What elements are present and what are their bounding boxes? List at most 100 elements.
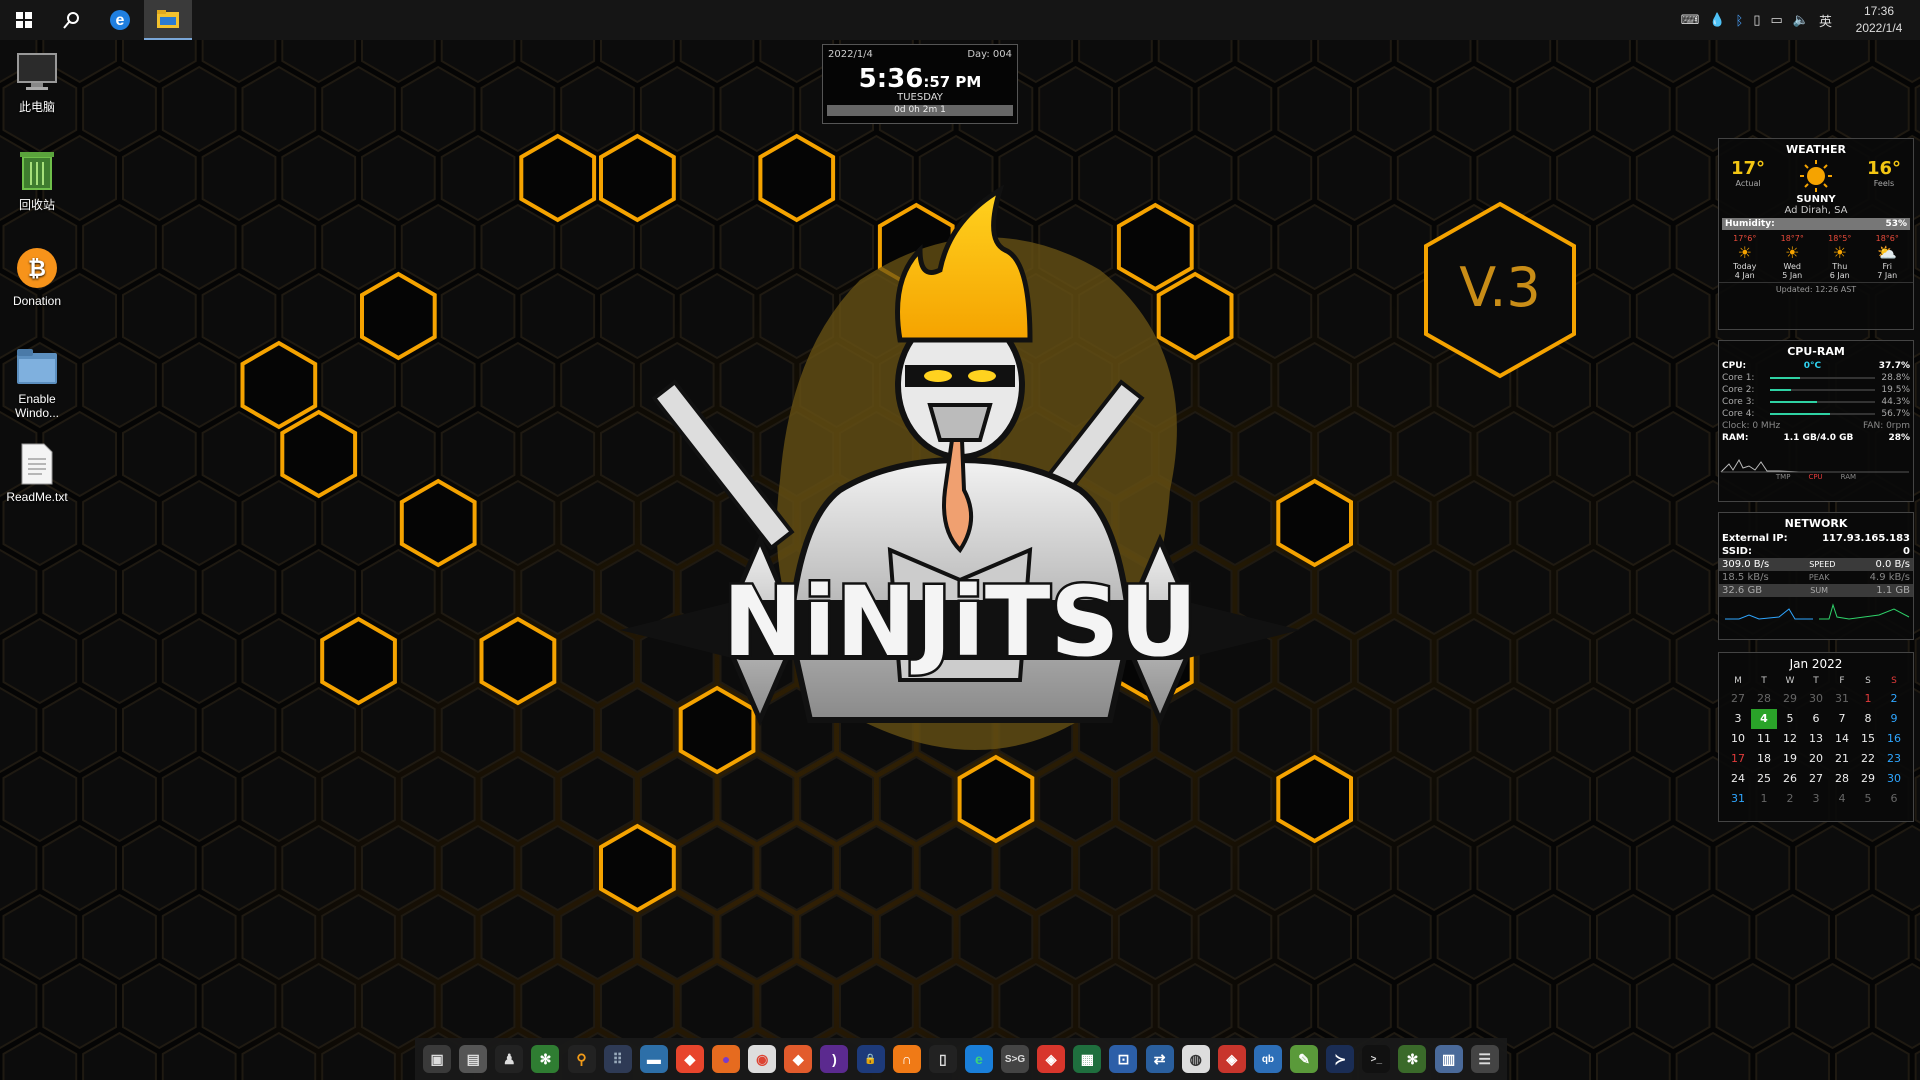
notepad-plus-icon[interactable]: ✎	[1290, 1045, 1319, 1073]
screenshot-app-icon[interactable]: ▤	[459, 1045, 488, 1073]
apps-grid-icon[interactable]: ⠿	[603, 1045, 632, 1073]
tor-browser-icon[interactable]: )	[820, 1045, 849, 1073]
notes-icon[interactable]: ▯	[928, 1045, 957, 1073]
calendar-day[interactable]: 27	[1725, 689, 1751, 709]
desktop-icon-this-pc[interactable]: 此电脑	[6, 50, 68, 115]
keyboard-icon[interactable]: ⌨	[1681, 12, 1700, 28]
calendar-day[interactable]: 2	[1881, 689, 1907, 709]
calendar-day[interactable]: 20	[1803, 749, 1829, 769]
start-button[interactable]	[0, 0, 48, 40]
calendar-day[interactable]: 15	[1855, 729, 1881, 749]
hex-cell	[1078, 962, 1153, 1050]
calendar-day[interactable]: 25	[1751, 769, 1777, 789]
hex-cell	[360, 271, 437, 361]
calendar-day[interactable]: 28	[1751, 689, 1777, 709]
calendar-day[interactable]: 30	[1803, 689, 1829, 709]
calendar-day[interactable]: 14	[1829, 729, 1855, 749]
calendar-day[interactable]: 29	[1855, 769, 1881, 789]
settings-gear-icon[interactable]: ✻	[531, 1045, 560, 1073]
calendar-day[interactable]: 22	[1855, 749, 1881, 769]
ssid-row: SSID: 0	[1719, 545, 1913, 558]
calendar-day[interactable]: 27	[1803, 769, 1829, 789]
calendar-day[interactable]: 19	[1777, 749, 1803, 769]
hex-cell	[1596, 65, 1671, 153]
taskbar-clock[interactable]: 17:36 2022/1/4	[1848, 3, 1910, 37]
desktop-icon-recycle-bin[interactable]: 回收站	[6, 148, 68, 213]
brave-browser-icon[interactable]: ◆	[675, 1045, 704, 1073]
calendar-day[interactable]: 24	[1725, 769, 1751, 789]
firefox-icon[interactable]: ●	[712, 1045, 741, 1073]
calendar-day[interactable]: 28	[1829, 769, 1855, 789]
media-app-icon[interactable]: ▣	[423, 1045, 452, 1073]
anydesk-icon[interactable]: ◈	[1037, 1045, 1066, 1073]
hex-cell	[480, 65, 556, 153]
folder-app-icon[interactable]: ▬	[639, 1045, 668, 1073]
calendar-day[interactable]: 13	[1803, 729, 1829, 749]
qbittorrent-icon[interactable]: qb	[1253, 1045, 1282, 1073]
calendar-day[interactable]: 1	[1855, 689, 1881, 709]
calendar-day[interactable]: 12	[1777, 729, 1803, 749]
calendar-day[interactable]: 18	[1751, 749, 1777, 769]
hex-cell	[281, 134, 357, 222]
bluetooth-icon[interactable]: ᛒ	[1736, 13, 1744, 28]
calendar-day[interactable]: 10	[1725, 729, 1751, 749]
edge-taskbar-button[interactable]: e	[96, 0, 144, 40]
control-panel-icon[interactable]: ▥	[1434, 1045, 1463, 1073]
calendar-day[interactable]: 4	[1829, 789, 1855, 809]
calendar-day[interactable]: 6	[1803, 709, 1829, 729]
desktop-icon-readme[interactable]: ReadMe.txt	[6, 442, 68, 504]
edge-browser-icon[interactable]: e	[964, 1045, 993, 1073]
desktop-icon-enable-windows[interactable]: Enable Windo...	[6, 344, 68, 420]
core-value: 56.7%	[1881, 409, 1910, 419]
calendar-day[interactable]: 6	[1881, 789, 1907, 809]
calendar-day[interactable]: 29	[1777, 689, 1803, 709]
remote-desktop-icon[interactable]: ⊡	[1109, 1045, 1138, 1073]
calendar-day[interactable]: 8	[1855, 709, 1881, 729]
calendar-day[interactable]: 9	[1881, 709, 1907, 729]
chrome-icon[interactable]: ◉	[748, 1045, 777, 1073]
file-explorer-taskbar-button[interactable]	[144, 0, 192, 40]
search-app-icon[interactable]: ⚲	[567, 1045, 596, 1073]
network-tool-icon[interactable]: ⇄	[1145, 1045, 1174, 1073]
excel-sheet-icon[interactable]: ▦	[1073, 1045, 1102, 1073]
network-icon[interactable]: ▭	[1771, 12, 1783, 28]
hex-cell	[1317, 962, 1392, 1050]
headphones-icon[interactable]: ∩	[892, 1045, 921, 1073]
ime-indicator[interactable]: 英	[1819, 11, 1832, 30]
calendar-day[interactable]: 1	[1751, 789, 1777, 809]
calendar-day[interactable]: 5	[1855, 789, 1881, 809]
calendar-day[interactable]: 3	[1803, 789, 1829, 809]
usb-icon[interactable]: ▯	[1753, 12, 1760, 28]
calendar-day[interactable]: 16	[1881, 729, 1907, 749]
calendar-day[interactable]: 31	[1829, 689, 1855, 709]
gear-green-icon[interactable]: ✻	[1398, 1045, 1427, 1073]
hex-cell	[1596, 341, 1671, 429]
vpn-lock-icon[interactable]: 🔒	[856, 1045, 885, 1073]
search-button[interactable]	[48, 0, 96, 40]
calendar-day[interactable]: 11	[1751, 729, 1777, 749]
calendar-day[interactable]: 30	[1881, 769, 1907, 789]
globe-icon[interactable]: ◍	[1181, 1045, 1210, 1073]
calendar-day[interactable]: 4	[1751, 709, 1777, 729]
volume-icon[interactable]: 🔈	[1793, 12, 1809, 28]
calendar-day[interactable]: 23	[1881, 749, 1907, 769]
brave-beta-icon[interactable]: ◆	[784, 1045, 813, 1073]
calendar-day[interactable]: 17	[1725, 749, 1751, 769]
calendar-day[interactable]: 2	[1777, 789, 1803, 809]
calendar-day[interactable]: 26	[1777, 769, 1803, 789]
calendar-day[interactable]: 5	[1777, 709, 1803, 729]
terminal-icon[interactable]: >_	[1362, 1045, 1391, 1073]
anydesk-red-icon[interactable]: ◈	[1217, 1045, 1246, 1073]
powershell-icon[interactable]: ≻	[1326, 1045, 1355, 1073]
ram-row: RAM: 1.1 GB/4.0 GB 28%	[1719, 432, 1913, 444]
sliders-icon[interactable]: ☰	[1470, 1045, 1499, 1073]
droplet-icon[interactable]: 💧	[1709, 12, 1725, 28]
hex-cell	[42, 824, 117, 912]
calendar-day[interactable]: 7	[1829, 709, 1855, 729]
desktop-icon-donation[interactable]: ₿ Donation	[6, 246, 68, 308]
calendar-day[interactable]: 3	[1725, 709, 1751, 729]
calendar-day[interactable]: 21	[1829, 749, 1855, 769]
ninja-app-icon[interactable]: ♟	[495, 1045, 524, 1073]
sg-app-icon[interactable]: S>G	[1001, 1045, 1030, 1073]
calendar-day[interactable]: 31	[1725, 789, 1751, 809]
